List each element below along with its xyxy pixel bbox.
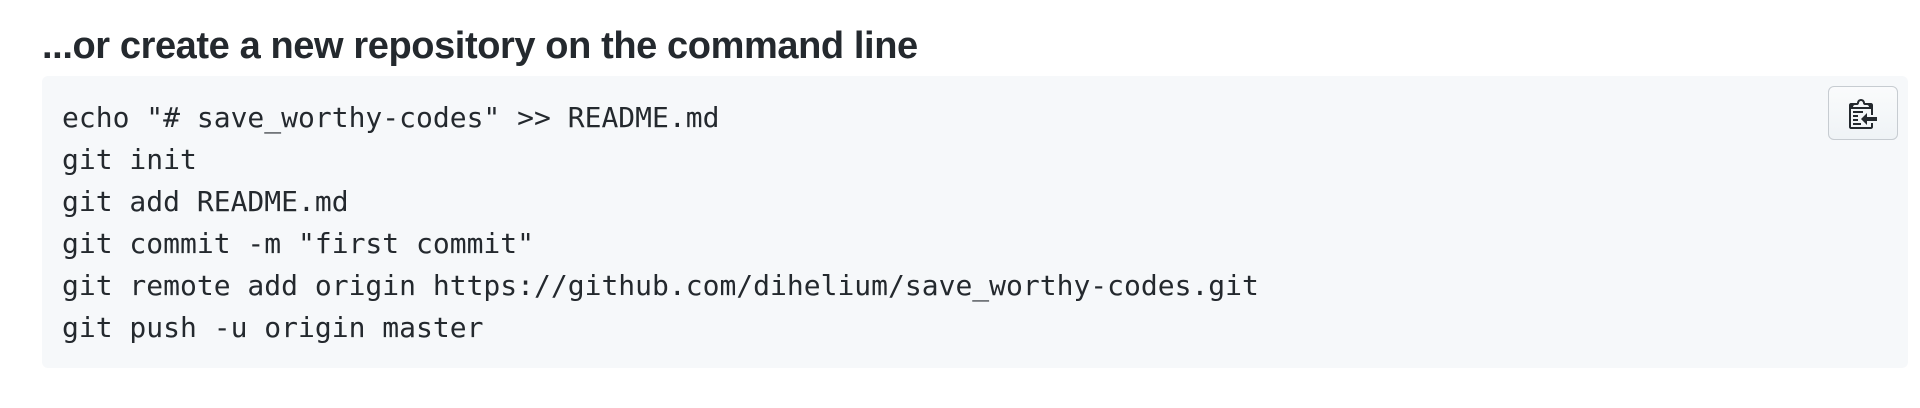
code-line: git remote add origin https://github.com… — [62, 269, 1259, 302]
clipboard-icon — [1849, 99, 1877, 129]
code-line: git init — [62, 143, 197, 176]
code-line: git add README.md — [62, 185, 349, 218]
code-line: git push -u origin master — [62, 311, 484, 344]
code-line: git commit -m "first commit" — [62, 227, 535, 260]
code-line: echo "# save_worthy-codes" >> README.md — [62, 101, 720, 134]
code-block: echo "# save_worthy-codes" >> README.md g… — [42, 76, 1908, 368]
copy-to-clipboard-button[interactable] — [1828, 86, 1898, 140]
section-heading: ...or create a new repository on the com… — [42, 25, 918, 67]
page: ...or create a new repository on the com… — [0, 0, 1920, 408]
code-text: echo "# save_worthy-codes" >> README.md g… — [62, 97, 1259, 349]
